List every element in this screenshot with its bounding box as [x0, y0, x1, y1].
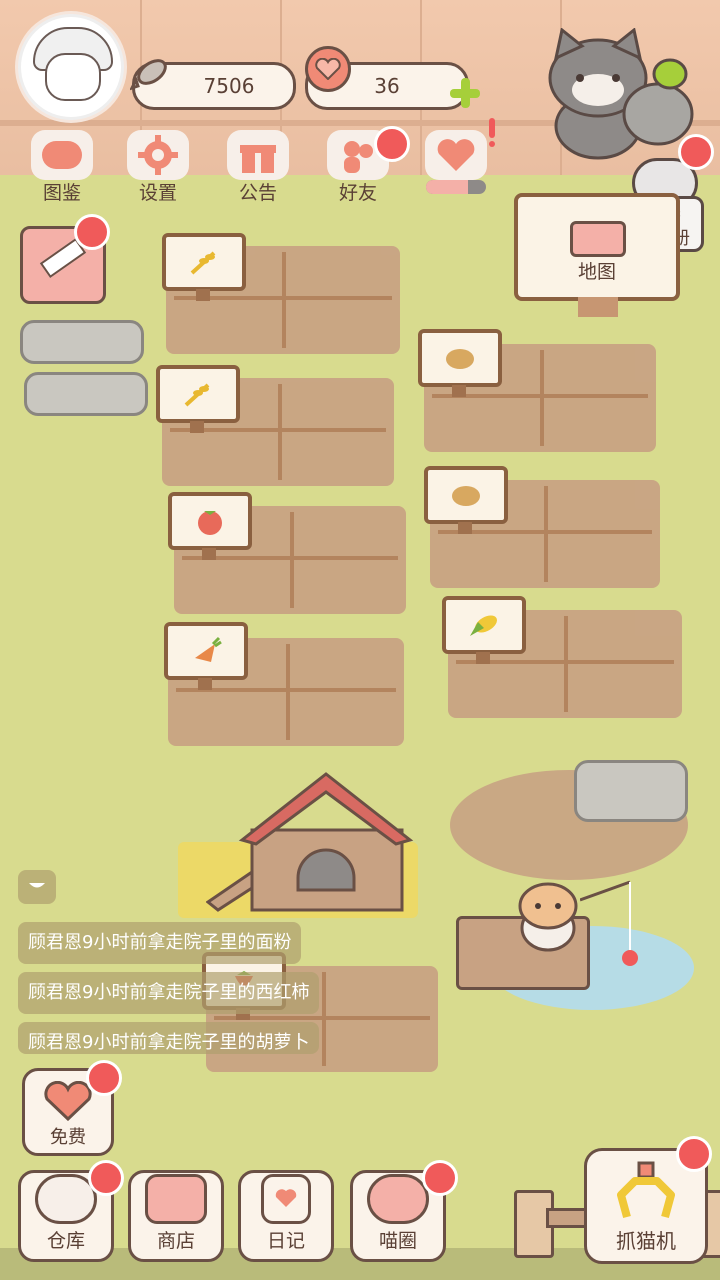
nav-shop[interactable]: 商店 — [128, 1170, 224, 1262]
fish-icon — [129, 52, 176, 92]
potato-sign[interactable] — [424, 466, 508, 534]
menu-announcement-label: 公告 — [238, 182, 277, 204]
menu-friends-label: 好友 — [338, 182, 377, 204]
chevron-down-icon — [29, 883, 45, 888]
potato-sign[interactable] — [418, 329, 502, 397]
heart-icon — [305, 46, 351, 92]
fishing-cat[interactable] — [514, 880, 584, 954]
potato-icon — [446, 349, 474, 369]
cat-house[interactable] — [205, 770, 418, 916]
menu-collection-label: 图鉴 — [42, 182, 81, 204]
free-badge — [86, 1060, 122, 1096]
map-label: 地图 — [577, 261, 616, 283]
likes-progress-bar — [426, 180, 486, 194]
add-hearts-button[interactable] — [450, 78, 480, 108]
warehouse-badge — [88, 1160, 124, 1196]
calendar-badge — [74, 214, 110, 250]
gear-icon — [127, 130, 189, 180]
heart-icon — [425, 130, 487, 180]
wheat-icon — [190, 251, 216, 275]
claw-icon — [617, 1161, 675, 1219]
fish-count: 7506 — [203, 74, 255, 98]
menu-settings[interactable]: 设置 — [118, 130, 198, 210]
tomato-sign[interactable] — [168, 492, 252, 560]
notification-item: 顾君恩9小时前拿走院子里的西红柿 — [18, 972, 320, 1014]
cat-face-icon — [31, 130, 93, 180]
nav-shop-label: 商店 — [156, 1230, 195, 1252]
fishing-rod — [579, 880, 640, 970]
stone-step — [24, 372, 148, 416]
tomato-icon — [198, 511, 222, 535]
carrot-sign[interactable] — [164, 622, 248, 690]
fence-icon — [570, 221, 626, 257]
heart-count: 36 — [374, 74, 400, 98]
gift-icon — [227, 130, 289, 180]
menu-announcement[interactable]: 公告 — [218, 130, 298, 210]
heart-icon — [44, 1081, 92, 1121]
wheat-icon — [184, 383, 210, 407]
carrot-icon — [195, 636, 222, 662]
cat-circle-badge — [422, 1160, 458, 1196]
stone-bench — [574, 760, 688, 822]
player-avatar[interactable] — [18, 14, 124, 120]
stone-step — [20, 320, 144, 364]
potato-icon — [452, 486, 480, 506]
nav-diary[interactable]: 日记 — [238, 1170, 334, 1262]
map-button[interactable]: 地图 — [514, 193, 680, 317]
nav-diary-label: 日记 — [266, 1230, 305, 1252]
exclamation-icon — [486, 118, 498, 148]
friends-badge — [374, 126, 410, 162]
wheat-sign[interactable] — [162, 233, 246, 301]
menu-collection[interactable]: 图鉴 — [22, 130, 102, 210]
free-label: 免费 — [50, 1127, 86, 1148]
wheat-sign[interactable] — [156, 365, 240, 433]
yearbook-badge — [678, 134, 714, 170]
notifications-toggle[interactable] — [18, 870, 56, 904]
notification-item: 顾君恩9小时前拿走院子里的面粉 — [18, 922, 302, 964]
corn-sign[interactable] — [442, 596, 526, 664]
shop-icon — [145, 1174, 207, 1224]
nav-cat-circle-label: 喵圈 — [378, 1230, 417, 1252]
notification-item: 顾君恩9小时前拿走院子里的胡萝卜 — [18, 1022, 320, 1054]
notebook-icon — [261, 1174, 311, 1224]
menu-likes[interactable] — [416, 130, 496, 210]
claw-machine-badge — [676, 1136, 712, 1172]
potted-plant — [618, 56, 698, 146]
corn-icon — [470, 615, 497, 636]
claw-machine-label: 抓猫机 — [616, 1229, 676, 1253]
nav-warehouse-label: 仓库 — [46, 1230, 85, 1252]
menu-settings-label: 设置 — [138, 182, 177, 204]
cat-planet-icon — [367, 1174, 429, 1224]
